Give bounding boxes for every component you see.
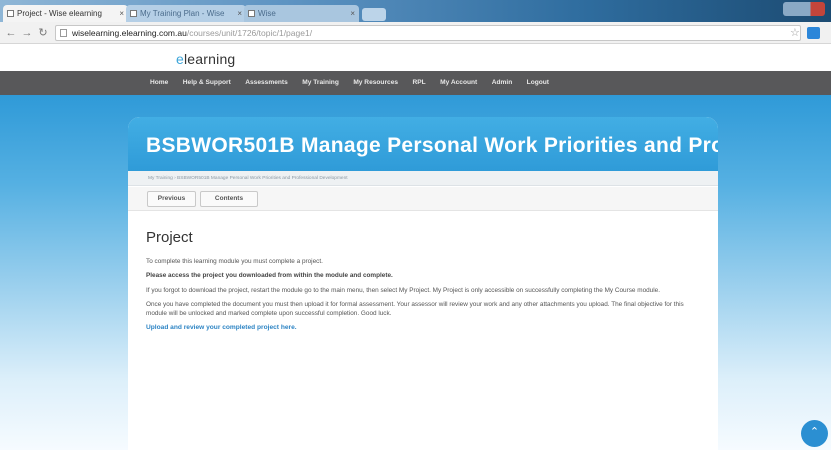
browser-toolbar: ← → ↻ wiselearning.elearning.com.au/cour… xyxy=(0,22,831,44)
intro-paragraph: To complete this learning module you mus… xyxy=(146,258,323,265)
logo-prefix: e xyxy=(176,51,184,67)
forward-arrow-icon[interactable]: → xyxy=(20,26,34,40)
browser-tab[interactable]: Wise × xyxy=(244,5,359,22)
breadcrumb[interactable]: My Training › BSBWOR501B Manage Personal… xyxy=(128,171,718,186)
logo-text: learning xyxy=(184,51,236,67)
nav-help-support[interactable]: Help & Support xyxy=(183,71,231,95)
page-favicon-icon xyxy=(130,10,137,17)
chevron-up-icon: ⌃ xyxy=(809,426,820,438)
download-help-paragraph: If you forgot to download the project, r… xyxy=(146,286,660,294)
previous-button[interactable]: Previous xyxy=(147,191,196,207)
tab-title: Wise xyxy=(258,9,276,18)
module-card: BSBWOR501B Manage Personal Work Prioriti… xyxy=(128,117,718,450)
back-arrow-icon[interactable]: ← xyxy=(4,26,18,40)
browser-tab[interactable]: My Training Plan - Wise × xyxy=(126,5,246,22)
tab-title: My Training Plan - Wise xyxy=(140,9,225,18)
address-bar[interactable]: wiselearning.elearning.com.au/courses/un… xyxy=(55,25,801,41)
browser-tab-active[interactable]: Project - Wise elearning × xyxy=(3,5,128,22)
scroll-to-top-button[interactable]: ⌃ xyxy=(801,420,828,447)
instruction-paragraph: Please access the project you downloaded… xyxy=(146,272,393,280)
nav-my-training[interactable]: My Training xyxy=(302,71,339,95)
reload-icon[interactable]: ↻ xyxy=(36,26,50,40)
nav-my-resources[interactable]: My Resources xyxy=(353,71,398,95)
upload-project-link[interactable]: Upload and review your completed project… xyxy=(146,324,700,331)
site-header: elearning xyxy=(0,44,831,71)
close-tab-icon[interactable]: × xyxy=(350,5,355,22)
nav-admin[interactable]: Admin xyxy=(492,71,513,95)
tab-title: Project - Wise elearning xyxy=(17,9,102,18)
contents-button[interactable]: Contents xyxy=(200,191,258,207)
site-logo[interactable]: elearning xyxy=(176,51,235,67)
section-heading: Project xyxy=(146,229,193,246)
new-tab-button[interactable] xyxy=(362,8,386,21)
url-path: /courses/unit/1726/topic/1/page1/ xyxy=(186,28,313,38)
module-title-bar: BSBWOR501B Manage Personal Work Prioriti… xyxy=(128,117,718,171)
window-controls[interactable] xyxy=(783,2,825,16)
nav-home[interactable]: Home xyxy=(150,71,168,95)
nav-rpl[interactable]: RPL xyxy=(412,71,425,95)
module-button-bar: Previous Contents xyxy=(128,187,718,211)
close-tab-icon[interactable]: × xyxy=(237,5,242,22)
page-favicon-icon xyxy=(7,10,14,17)
upload-instructions-paragraph: Once you have completed the document you… xyxy=(146,301,684,317)
url-domain: wiselearning.elearning.com.au xyxy=(72,28,187,38)
page-icon xyxy=(60,29,67,37)
nav-my-account[interactable]: My Account xyxy=(440,71,477,95)
main-navigation: Home Help & Support Assessments My Train… xyxy=(0,71,831,95)
page-content: Project To complete this learning module… xyxy=(146,229,700,331)
browser-tab-strip: Project - Wise elearning × My Training P… xyxy=(0,0,831,22)
nav-logout[interactable]: Logout xyxy=(527,71,549,95)
page-title: BSBWOR501B Manage Personal Work Prioriti… xyxy=(146,134,718,157)
close-tab-icon[interactable]: × xyxy=(119,5,124,22)
page-favicon-icon xyxy=(248,10,255,17)
bookmark-star-icon[interactable]: ☆ xyxy=(790,26,800,40)
nav-assessments[interactable]: Assessments xyxy=(245,71,288,95)
extension-icon[interactable] xyxy=(807,27,820,39)
